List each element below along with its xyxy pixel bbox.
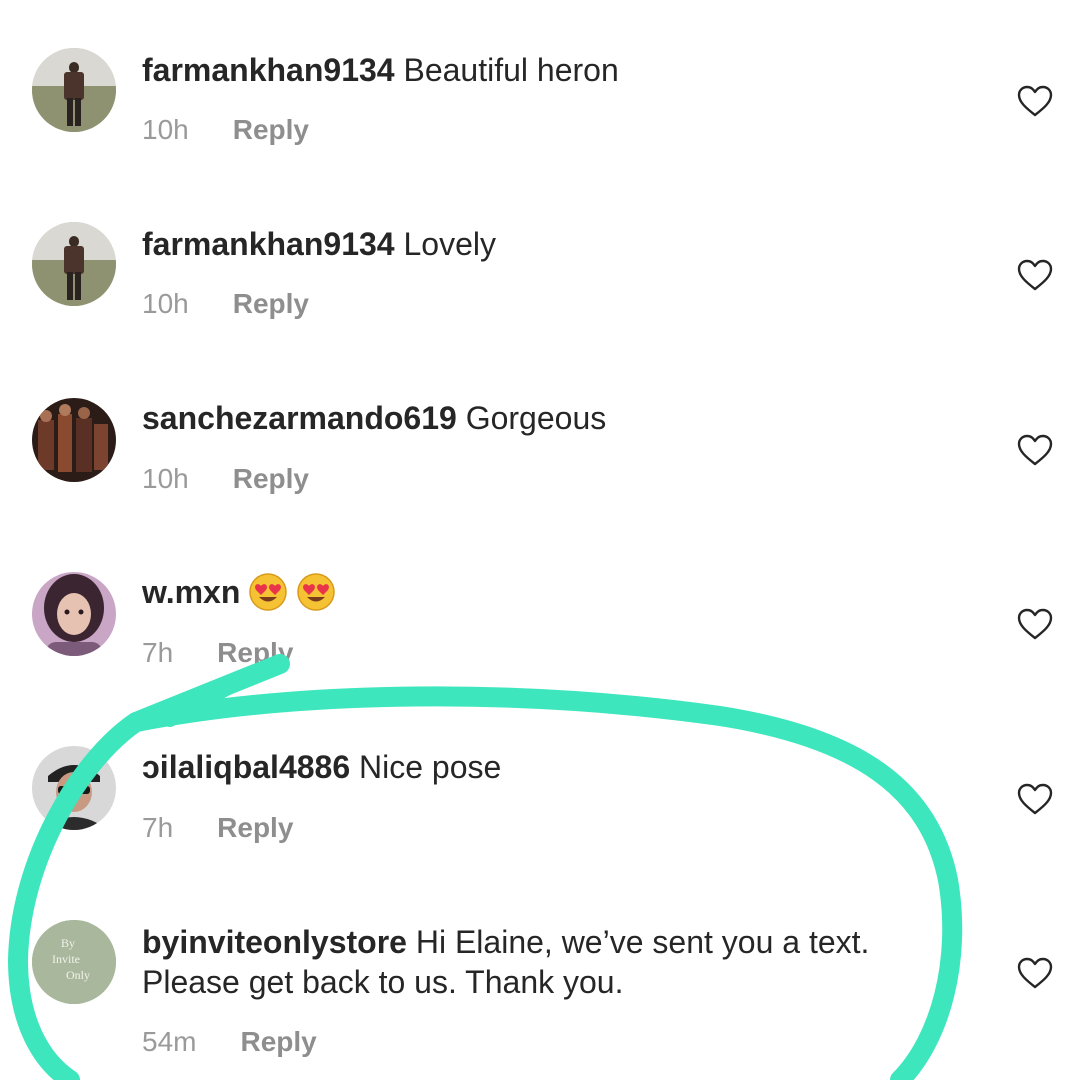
heart-eyes-emoji	[249, 572, 288, 611]
reply-button[interactable]: Reply	[217, 812, 293, 843]
comment-body: Gorgeous	[465, 400, 607, 436]
username[interactable]: ɔilaliqbal4886	[142, 749, 350, 785]
heart-outline-icon[interactable]	[1016, 84, 1054, 118]
avatar[interactable]: By Invite Only	[32, 920, 116, 1004]
timestamp: 7h	[142, 812, 174, 843]
heart-outline-icon[interactable]	[1016, 782, 1054, 816]
heart-outline-icon[interactable]	[1016, 433, 1054, 467]
reply-button[interactable]: Reply	[233, 114, 309, 145]
timestamp: 10h	[142, 288, 189, 319]
avatar[interactable]	[32, 222, 116, 306]
logo-line: Only	[66, 968, 90, 982]
username[interactable]: farmankhan9134	[142, 52, 395, 88]
avatar[interactable]	[32, 746, 116, 830]
heart-outline-icon[interactable]	[1016, 607, 1054, 641]
timestamp: 7h	[142, 637, 174, 668]
comment-meta: 10h Reply	[142, 462, 309, 496]
comment-text: w.mxn	[142, 572, 336, 615]
comment-body: Nice pose	[359, 749, 502, 785]
reply-button[interactable]: Reply	[233, 463, 309, 494]
comment-meta: 7h Reply	[142, 636, 293, 670]
avatar[interactable]	[32, 48, 116, 132]
username[interactable]: sanchezarmando619	[142, 400, 457, 436]
comment-meta: 7h Reply	[142, 811, 293, 845]
username[interactable]: w.mxn	[142, 574, 240, 610]
comment-meta: 10h Reply	[142, 113, 309, 147]
timestamp: 54m	[142, 1026, 197, 1057]
hand-drawn-highlight-circle	[7, 654, 963, 1080]
by-invite-only-logo: By Invite Only	[32, 920, 116, 1004]
comment-meta: 10h Reply	[142, 287, 309, 321]
avatar[interactable]	[32, 398, 116, 482]
comment-text: ɔilaliqbal4886 Nice pose	[142, 747, 501, 787]
logo-line: By	[61, 936, 75, 950]
comment-text: sanchezarmando619 Gorgeous	[142, 398, 606, 438]
heart-outline-icon[interactable]	[1016, 258, 1054, 292]
username[interactable]: byinviteonlystore	[142, 924, 407, 960]
timestamp: 10h	[142, 114, 189, 145]
comment-text: farmankhan9134 Lovely	[142, 224, 496, 264]
comment-text-line-2: Please get back to us. Thank you.	[142, 964, 624, 1000]
comment-text: farmankhan9134 Beautiful heron	[142, 50, 619, 90]
heart-eyes-emoji	[297, 572, 336, 611]
reply-button[interactable]: Reply	[233, 288, 309, 319]
reply-button[interactable]: Reply	[240, 1026, 316, 1057]
comment-body: Beautiful heron	[403, 52, 619, 88]
timestamp: 10h	[142, 463, 189, 494]
logo-line: Invite	[52, 952, 80, 966]
username[interactable]: farmankhan9134	[142, 226, 395, 262]
avatar[interactable]	[32, 572, 116, 656]
comment-text: byinviteonlystore Hi Elaine, we’ve sent …	[142, 922, 869, 962]
reply-button[interactable]: Reply	[217, 637, 293, 668]
comment-meta: 54m Reply	[142, 1025, 317, 1059]
comment-body: Hi Elaine, we’ve sent you a text.	[415, 924, 870, 960]
heart-outline-icon[interactable]	[1016, 956, 1054, 990]
comment-body: Lovely	[403, 226, 496, 262]
